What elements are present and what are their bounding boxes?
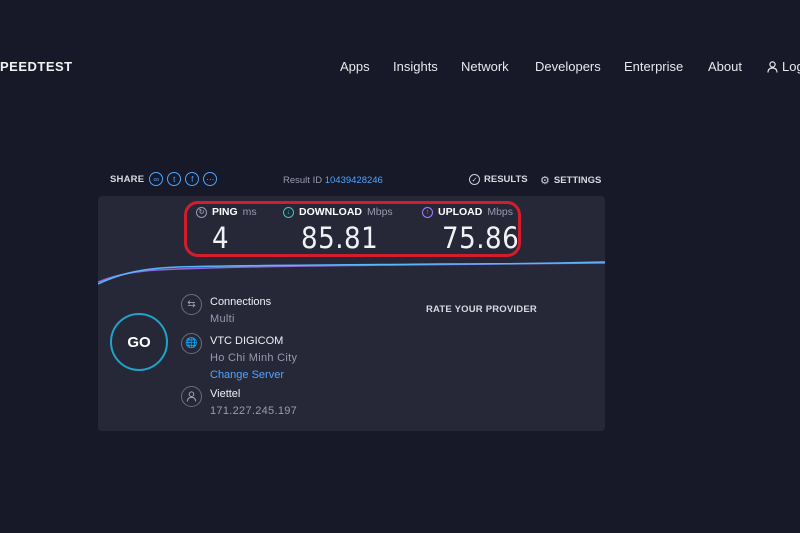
server-row: 🌐 VTC DIGICOM Ho Chi Minh City Change Se…	[181, 333, 297, 384]
login-link[interactable]: Log	[767, 59, 800, 74]
download-unit: Mbps	[367, 206, 393, 218]
result-id-value[interactable]: 10439428246	[325, 175, 383, 186]
provider-name: Viettel	[210, 388, 241, 400]
ping-metric: ↻ PING ms 4	[196, 206, 257, 255]
change-server-link[interactable]: Change Server	[210, 367, 297, 384]
provider-ip: 171.227.245.197	[210, 405, 298, 417]
ping-unit: ms	[242, 206, 257, 218]
share-label: SHARE	[110, 173, 145, 185]
connections-icon: ⇆	[181, 294, 202, 315]
upload-unit: Mbps	[487, 206, 514, 218]
download-icon: ↓	[283, 206, 294, 218]
result-id-label: Result ID	[283, 175, 323, 186]
settings-label: SETTINGS	[553, 175, 602, 186]
globe-icon: 🌐	[181, 333, 202, 354]
more-icon[interactable]: ⋯	[203, 172, 218, 186]
server-city: Ho Chi Minh City	[210, 352, 298, 364]
download-label: DOWNLOAD	[299, 206, 362, 218]
link-icon[interactable]: ∞	[149, 172, 164, 186]
results-label: RESULTS	[484, 174, 528, 185]
login-label: Log	[782, 59, 800, 74]
results-button[interactable]: ✓ RESULTS	[469, 174, 528, 185]
nav-about[interactable]: About	[708, 59, 742, 74]
download-value: 85.81	[301, 221, 379, 255]
nav-apps[interactable]: Apps	[340, 59, 370, 74]
nav-enterprise[interactable]: Enterprise	[624, 59, 683, 74]
go-button[interactable]: GO	[110, 313, 168, 371]
facebook-icon[interactable]: f	[185, 172, 200, 186]
provider-row: Viettel 171.227.245.197	[181, 386, 297, 420]
nav-insights[interactable]: Insights	[393, 59, 438, 74]
ping-value: 4	[212, 221, 230, 255]
speed-graph	[98, 261, 605, 285]
result-id: Result ID 10439428246	[283, 175, 383, 186]
person-icon	[181, 386, 202, 407]
nav-developers[interactable]: Developers	[535, 59, 601, 74]
check-icon: ✓	[469, 174, 480, 185]
nav-network[interactable]: Network	[461, 59, 509, 74]
gear-icon: ⚙	[540, 175, 550, 187]
connections-label: Connections	[210, 296, 272, 308]
upload-label: UPLOAD	[438, 206, 483, 218]
download-metric: ↓ DOWNLOAD Mbps 85.81	[283, 206, 393, 255]
user-icon	[767, 60, 778, 73]
top-nav: Apps Insights Network Developers Enterpr…	[0, 59, 800, 77]
twitter-icon[interactable]: t	[167, 172, 182, 186]
ping-label: PING	[212, 206, 238, 218]
settings-button[interactable]: ⚙ SETTINGS	[540, 174, 601, 187]
upload-metric: ↑ UPLOAD Mbps 75.86	[422, 206, 519, 255]
connections-row: ⇆ Connections Multi	[181, 294, 271, 328]
rate-provider-label[interactable]: RATE YOUR PROVIDER	[426, 304, 537, 315]
ping-icon: ↻	[196, 206, 207, 218]
share-group: SHARE ∞ t f ⋯	[110, 172, 218, 186]
upload-icon: ↑	[422, 206, 433, 218]
upload-value: 75.86	[442, 221, 520, 255]
result-toolbar: SHARE ∞ t f ⋯ Result ID 10439428246 ✓ RE…	[110, 172, 605, 190]
connections-value[interactable]: Multi	[210, 311, 271, 328]
result-card: ↻ PING ms 4 ↓ DOWNLOAD Mbps 85.81 ↑ UPLO…	[98, 196, 605, 431]
person-glyph	[186, 391, 197, 402]
server-name: VTC DIGICOM	[210, 335, 284, 347]
